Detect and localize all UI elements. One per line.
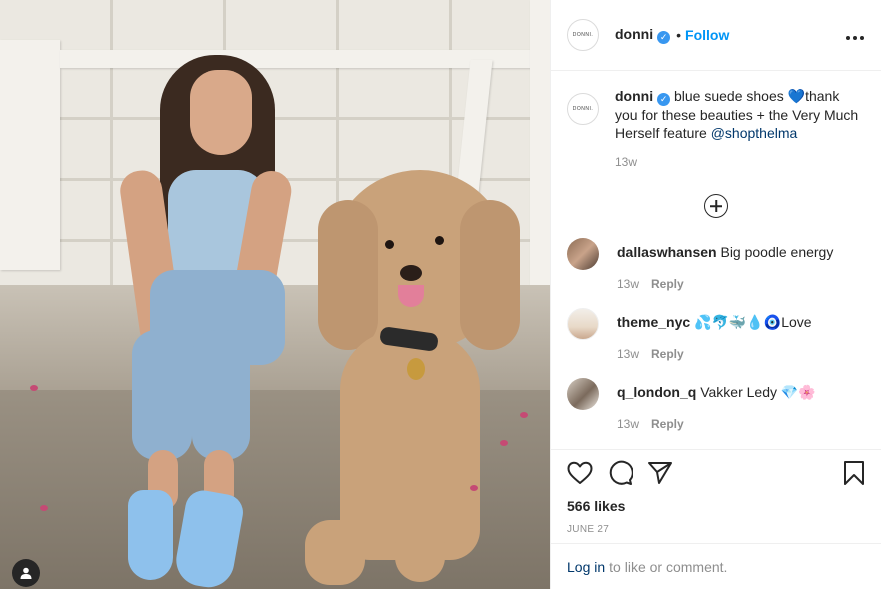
post-header: DONNI. donni ✓ • Follow	[551, 0, 881, 71]
post-actions: 566 likes JUNE 27	[551, 449, 881, 543]
flower-petal	[500, 440, 508, 446]
comment-text: Vakker Ledy 💎🌸	[700, 384, 816, 400]
comment-meta: 13w Reply	[617, 275, 833, 291]
caption-username[interactable]: donni	[615, 88, 653, 104]
comment-body: theme_nyc 💦🐬🐳💧🧿Love	[617, 308, 812, 331]
avatar-logo: DONNI.	[572, 106, 594, 112]
login-link[interactable]: Log in	[567, 559, 605, 575]
comment-username[interactable]: dallaswhansen	[617, 244, 717, 260]
caption-time[interactable]: 13w	[615, 155, 865, 169]
reply-button[interactable]: Reply	[651, 277, 684, 291]
dog-paw	[395, 520, 445, 582]
blue-loafer	[128, 490, 173, 580]
reply-button[interactable]: Reply	[651, 417, 684, 431]
load-more-comments	[567, 194, 865, 218]
comment-text: Big poodle energy	[720, 244, 834, 260]
load-more-comments-icon[interactable]	[704, 194, 728, 218]
reply-button[interactable]: Reply	[651, 347, 684, 361]
dog-ear	[460, 200, 520, 350]
caption-mention[interactable]: @shopthelma	[711, 125, 798, 141]
comment-meta: 13w Reply	[617, 345, 812, 361]
comment-time[interactable]: 13w	[617, 347, 639, 361]
avatar[interactable]: DONNI.	[567, 19, 599, 51]
post-side-panel: DONNI. donni ✓ • Follow DONNI. donni ✓ blu…	[550, 0, 881, 589]
verified-badge-icon: ✓	[657, 93, 671, 106]
dog-paw	[305, 520, 365, 585]
heart-icon[interactable]	[567, 461, 593, 485]
dog-tag	[407, 358, 425, 380]
comment-item: dallaswhansen Big poodle energy 13w Reply	[567, 238, 865, 308]
comment-meta: 13w Reply	[617, 415, 816, 431]
caption-emoji: 💙	[787, 88, 806, 104]
wood-beam	[0, 40, 60, 270]
bookmark-icon[interactable]	[843, 460, 865, 486]
comment-body: dallaswhansen Big poodle energy	[617, 238, 833, 261]
post-date[interactable]: JUNE 27	[567, 524, 865, 535]
comment-username[interactable]: q_london_q	[617, 384, 696, 400]
login-prompt-text: to like or comment.	[609, 558, 728, 575]
action-icons	[567, 458, 865, 488]
flower-petal	[520, 412, 528, 418]
dog-ear	[318, 200, 378, 350]
likes-count[interactable]: 566 likes	[567, 498, 865, 514]
flower-petal	[40, 505, 48, 511]
woman-face	[190, 70, 252, 155]
comment-username[interactable]: theme_nyc	[617, 314, 690, 330]
verified-badge-icon: ✓	[657, 31, 671, 44]
commenter-avatar[interactable]	[567, 378, 599, 410]
comments-section[interactable]: DONNI. donni ✓ blue suede shoes 💙thank yo…	[551, 71, 881, 449]
comment-icon[interactable]	[607, 460, 633, 486]
caption: DONNI. donni ✓ blue suede shoes 💙thank yo…	[567, 87, 865, 169]
flower-petal	[30, 385, 38, 391]
follow-button[interactable]: Follow	[685, 27, 729, 43]
flower-petal	[470, 485, 478, 491]
user-tag-icon	[20, 567, 32, 579]
comment-time[interactable]: 13w	[617, 277, 639, 291]
dog-eye	[435, 236, 444, 245]
comment-text: 💦🐬🐳💧🧿Love	[694, 314, 812, 330]
caption-text: donni ✓ blue suede shoes 💙thank you for t…	[615, 87, 865, 142]
more-options-icon[interactable]	[845, 25, 865, 46]
post-username[interactable]: donni ✓	[615, 26, 671, 44]
commenter-avatar[interactable]	[567, 238, 599, 270]
avatar[interactable]: DONNI.	[567, 93, 599, 125]
separator-dot: •	[676, 27, 682, 43]
user-tag-button[interactable]	[12, 559, 40, 587]
share-icon[interactable]	[647, 461, 673, 485]
comment-body: q_london_q Vakker Ledy 💎🌸	[617, 378, 816, 401]
avatar-logo: DONNI.	[572, 32, 594, 38]
post-username-text: donni	[615, 26, 654, 42]
commenter-avatar[interactable]	[567, 308, 599, 340]
caption-text-start: blue suede shoes	[674, 88, 784, 104]
wood-beam	[530, 0, 550, 300]
jeans	[192, 330, 250, 460]
dog-eye	[385, 240, 394, 249]
comment-item: q_london_q Vakker Ledy 💎🌸 13w Reply	[567, 378, 865, 448]
jeans	[132, 330, 192, 460]
post-photo[interactable]	[0, 0, 550, 589]
comment-item: theme_nyc 💦🐬🐳💧🧿Love 13w Reply	[567, 308, 865, 378]
comment-time[interactable]: 13w	[617, 417, 639, 431]
login-prompt: Log in to like or comment.	[551, 543, 881, 589]
dog-nose	[400, 265, 422, 281]
post-modal: DONNI. donni ✓ • Follow DONNI. donni ✓ blu…	[0, 0, 881, 589]
